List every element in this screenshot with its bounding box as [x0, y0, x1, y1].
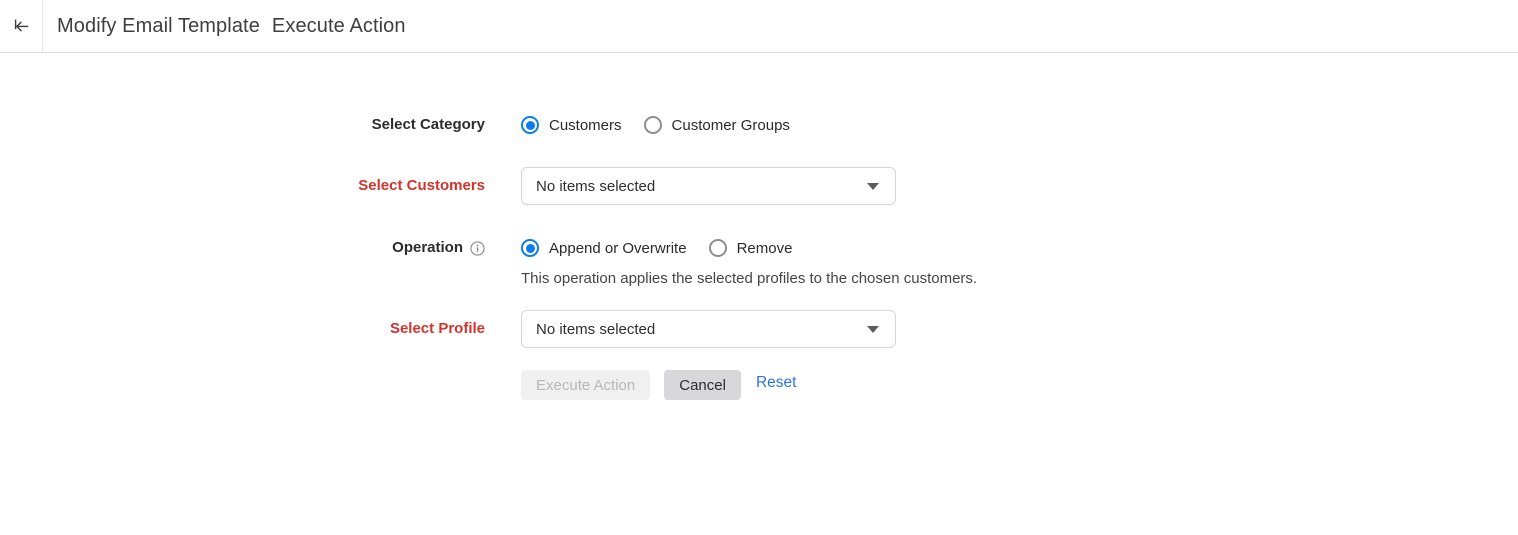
info-icon[interactable] [470, 241, 485, 256]
radio-label[interactable]: Append or Overwrite [549, 240, 687, 257]
chevron-down-icon [867, 326, 879, 333]
select-category-label: Select Category [0, 113, 485, 137]
back-button[interactable] [0, 0, 43, 52]
operation-help-text: This operation applies the selected prof… [521, 270, 1518, 287]
operation-row: Operation Append or Overwrite Remove [0, 236, 1518, 287]
operation-label-text: Operation [392, 236, 463, 260]
radio-option-customers[interactable]: Customers [521, 116, 622, 134]
select-customers-label: Select Customers [0, 174, 485, 198]
dropdown-selected-value: No items selected [536, 321, 655, 338]
dropdown-selected-value: No items selected [536, 178, 655, 195]
select-profile-dropdown[interactable]: No items selected [521, 310, 896, 348]
cancel-button[interactable]: Cancel [664, 370, 741, 400]
select-customers-dropdown[interactable]: No items selected [521, 167, 896, 205]
radio-label[interactable]: Customer Groups [672, 117, 790, 134]
page-header: Modify Email Template Execute Action [0, 0, 1518, 53]
page-title-template-name: Modify Email Template [57, 15, 260, 38]
radio-dot [713, 244, 722, 253]
radio-selected-icon[interactable] [521, 116, 539, 134]
radio-unselected-icon[interactable] [644, 116, 662, 134]
category-radio-group: Customers Customer Groups [521, 113, 1518, 137]
page-title-action-name: Execute Action [272, 15, 406, 38]
radio-label[interactable]: Remove [737, 240, 793, 257]
reset-link[interactable]: Reset [756, 374, 797, 392]
radio-dot [526, 244, 535, 253]
radio-option-append-overwrite[interactable]: Append or Overwrite [521, 239, 687, 257]
operation-radio-group: Append or Overwrite Remove [521, 236, 1518, 260]
execute-action-button[interactable]: Execute Action [521, 370, 650, 400]
action-buttons: Execute Action Cancel Reset [521, 370, 1518, 400]
execute-action-form: Select Category Customers Customer Group… [0, 53, 1518, 400]
radio-label[interactable]: Customers [549, 117, 622, 134]
arrow-left-to-bar-icon [11, 16, 31, 36]
radio-option-customer-groups[interactable]: Customer Groups [644, 116, 790, 134]
radio-selected-icon[interactable] [521, 239, 539, 257]
page-title: Modify Email Template Execute Action [43, 0, 406, 52]
select-profile-label: Select Profile [0, 317, 485, 341]
select-customers-row: Select Customers No items selected [0, 167, 1518, 205]
select-profile-row: Select Profile No items selected [0, 310, 1518, 348]
form-actions-row: Execute Action Cancel Reset [0, 370, 1518, 400]
chevron-down-icon [867, 183, 879, 190]
radio-dot [526, 121, 535, 130]
radio-unselected-icon[interactable] [709, 239, 727, 257]
radio-option-remove[interactable]: Remove [709, 239, 793, 257]
radio-dot [648, 121, 657, 130]
operation-label: Operation [0, 236, 485, 260]
select-category-row: Select Category Customers Customer Group… [0, 113, 1518, 137]
